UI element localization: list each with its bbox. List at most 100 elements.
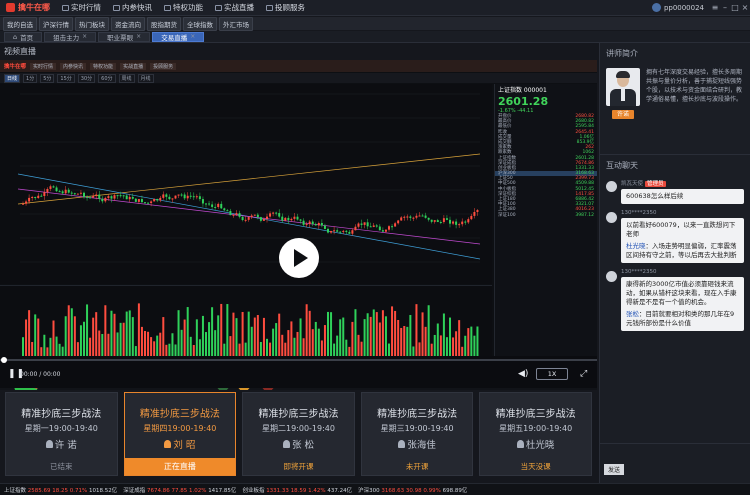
menu-advisory[interactable]: 投顾服务 xyxy=(260,0,311,16)
chat-bubble: 600638怎么样后续 xyxy=(621,189,744,204)
time-display: 00:00 / 00:00 xyxy=(20,371,61,378)
chat-user: 130****2350 xyxy=(621,269,657,275)
menu-realtime[interactable]: 实时行情 xyxy=(56,0,107,16)
teacher-description: 拥有七年深度交易经验，擅长多周期共振与量价分析，善于捕捉短线强势个股，以技术与资… xyxy=(646,69,743,103)
tab-trade-live[interactable]: 交易直播 × xyxy=(152,31,205,42)
stream-logo: 擒牛在哪 xyxy=(4,64,27,70)
course-title: 精准抄底三步战法 xyxy=(21,409,102,420)
course-teacher: 张海佳 xyxy=(398,437,436,451)
subbar-sectors[interactable]: 热门板块 xyxy=(75,16,109,31)
course-time: 星期二19:00-19:40 xyxy=(261,424,335,433)
course-title: 精准抄底三步战法 xyxy=(377,409,458,420)
home-icon: ⌂ xyxy=(13,32,18,41)
teacher-photo xyxy=(606,68,640,106)
course-status-live-button[interactable]: 正在直播 xyxy=(124,458,236,475)
quote-title: 上证指数 000001 xyxy=(498,87,547,94)
subbar-global-index[interactable]: 全球指数 xyxy=(183,16,217,31)
reply-teacher: 张松 xyxy=(626,310,639,318)
quote-price: 2601.28 xyxy=(498,95,549,108)
menu-icon[interactable]: ≡ xyxy=(710,3,720,12)
person-icon xyxy=(45,440,53,448)
person-icon xyxy=(516,440,524,448)
avatar xyxy=(651,3,661,12)
course-time: 星期五19:00-19:40 xyxy=(499,424,573,433)
volume-chart xyxy=(0,285,492,362)
play-icon xyxy=(294,249,308,267)
ticker-item[interactable]: 沪深300 3168.63 30.98 0.99% 698.89亿 xyxy=(358,486,467,494)
ticker-item[interactable]: 上证指数 2585.69 18.25 0.71% 1018.52亿 xyxy=(4,486,117,494)
maximize-icon[interactable]: □ xyxy=(730,3,740,12)
person-icon xyxy=(164,440,172,448)
menu-bar: 擒牛在哪 实时行情 内参快讯 特权功能 实战直播 投顾服务 pp0000024 … xyxy=(0,0,750,16)
menu-features[interactable]: 特权功能 xyxy=(158,0,209,16)
stream-menu-item: 特权功能 xyxy=(90,62,117,70)
quote-row[interactable]: 深证100 3987.12 xyxy=(495,213,597,218)
player-controls: ❚❚ 00:00 / 00:00 ◀) 1X ⤢ xyxy=(0,356,597,388)
menu-live[interactable]: 实战直播 xyxy=(209,0,260,16)
video-player[interactable]: 擒牛在哪 实时行情 内参快讯 特权功能 实战直播 投顾服务 日线 1分 5分 1… xyxy=(0,60,597,403)
chat-user: 凯瓦天使 管理员 xyxy=(621,181,666,187)
tab-home[interactable]: ⌂ 首页 xyxy=(4,31,43,42)
ticker-item[interactable]: 深证成指 7674.86 77.85 1.02% 1417.85亿 xyxy=(123,486,236,494)
chat-message: 130****2350 以前看好600079，以来一直跌想问下老师 杜光晓：入场… xyxy=(600,207,750,266)
speed-button[interactable]: 1X xyxy=(536,368,568,380)
reply-teacher: 杜光晓 xyxy=(626,242,646,250)
volume-icon[interactable]: ◀) xyxy=(518,369,528,379)
user-account[interactable]: pp0000024 xyxy=(646,3,710,12)
subbar-market[interactable]: 沪深行情 xyxy=(39,16,73,31)
news-icon xyxy=(113,4,120,11)
minimize-icon[interactable]: – xyxy=(720,3,730,12)
fullscreen-icon[interactable]: ⤢ xyxy=(580,369,587,379)
course-teacher: 刘 昭 xyxy=(164,437,195,451)
course-card[interactable]: 精准抄底三步战法 星期一19:00-19:40 许 诺 已结束 xyxy=(5,392,118,476)
star-icon xyxy=(164,4,171,11)
ticker-item[interactable]: 创业板指 1331.33 18.59 1.42% 437.24亿 xyxy=(242,486,352,494)
subbar-capital-flow[interactable]: 资金流向 xyxy=(111,16,145,31)
tab-pro-picks[interactable]: 职业票眼 × xyxy=(98,31,151,42)
course-card[interactable]: 精准抄底三步战法 星期二19:00-19:40 张 松 即将开课 xyxy=(242,392,355,476)
chat-user: 130****2350 xyxy=(621,210,657,216)
menu-news[interactable]: 内参快讯 xyxy=(107,0,158,16)
course-card-live[interactable]: 精准抄底三步战法 星期四19:00-19:40 刘 昭 正在直播 xyxy=(123,392,237,476)
close-icon[interactable]: × xyxy=(82,33,87,40)
close-icon[interactable]: × xyxy=(740,3,750,12)
course-status: 当天没课 xyxy=(520,462,551,471)
stream-menu-item: 实战直播 xyxy=(120,62,147,70)
subbar-watchlist[interactable]: 我的自选 xyxy=(3,16,37,31)
course-title: 精准抄底三步战法 xyxy=(139,409,220,420)
avatar xyxy=(606,271,617,282)
course-card[interactable]: 精准抄底三步战法 星期五19:00-19:40 杜光晓 当天没课 xyxy=(479,392,592,476)
stream-menu-item: 投顾服务 xyxy=(150,62,177,70)
close-icon[interactable]: × xyxy=(190,33,195,40)
stream-period: 月线 xyxy=(137,73,154,83)
subbar-futures[interactable]: 股指期货 xyxy=(147,16,181,31)
chart-icon xyxy=(62,4,69,11)
kline-svg xyxy=(17,93,481,263)
username: pp0000024 xyxy=(663,3,704,12)
course-teacher: 杜光晓 xyxy=(516,437,554,451)
stream-menu-item: 内参快讯 xyxy=(60,62,87,70)
tab-bar: ⌂ 首页 狙击主力 × 职业票眼 × 交易直播 × xyxy=(0,31,750,43)
course-card[interactable]: 精准抄底三步战法 星期三19:00-19:40 张海佳 未开课 xyxy=(360,392,474,476)
send-button[interactable]: 发送 xyxy=(604,464,625,475)
close-icon[interactable]: × xyxy=(136,33,141,40)
play-button[interactable] xyxy=(279,238,319,278)
progress-bar[interactable] xyxy=(0,357,597,363)
teacher-name: 许诺 xyxy=(612,110,634,119)
person-icon xyxy=(282,440,290,448)
quote-row-name: 深证100 xyxy=(498,212,516,218)
stream-menu-item: 实时行情 xyxy=(30,62,57,70)
sub-toolbar: 我的自选 沪深行情 热门板块 资金流向 股指期货 全球指数 外汇市场 xyxy=(0,16,750,31)
avatar xyxy=(606,181,617,192)
index-ticker: 上证指数 2585.69 18.25 0.71% 1018.52亿 深证成指 76… xyxy=(0,483,750,495)
subbar-forex[interactable]: 外汇市场 xyxy=(219,16,253,31)
admin-badge: 管理员 xyxy=(645,181,666,187)
course-time: 星期三19:00-19:40 xyxy=(380,424,454,433)
progress-handle[interactable] xyxy=(1,357,7,363)
avatar xyxy=(606,212,617,223)
chat-input-area[interactable]: 发送 xyxy=(600,443,750,483)
chat-bubble: 康得新的3000亿市值必须靠砸钱来流动，如果从错杆这块来看，现在入手康得新是不是… xyxy=(621,277,744,331)
live-icon xyxy=(215,4,222,11)
tab-sniper[interactable]: 狙击主力 × xyxy=(44,31,97,42)
stream-period: 5分 xyxy=(40,73,55,83)
